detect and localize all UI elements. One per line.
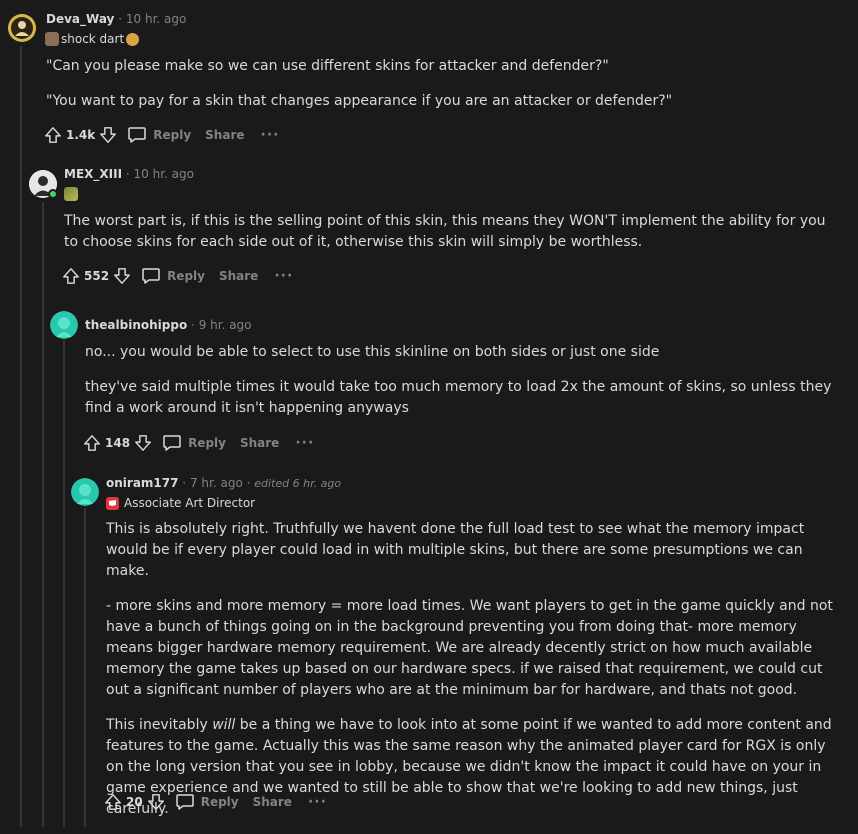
comment-paragraph: they've said multiple times it would tak… bbox=[85, 379, 832, 416]
comment-paragraph: This is absolutely right. Truthfully we … bbox=[106, 521, 805, 579]
timestamp[interactable]: 10 hr. ago bbox=[126, 12, 186, 26]
username[interactable]: Deva_Way bbox=[46, 12, 114, 26]
downvote-icon[interactable] bbox=[134, 434, 152, 452]
share-button[interactable]: Share bbox=[205, 128, 244, 142]
avatar[interactable] bbox=[50, 311, 78, 339]
comment-bubble-icon bbox=[162, 434, 182, 452]
comment-paragraph: no... you would be able to select to use… bbox=[85, 344, 660, 360]
comment-meta: Deva_Way · 10 hr. ago bbox=[46, 12, 186, 26]
reply-label: Reply bbox=[188, 436, 226, 450]
flair-label: Associate Art Director bbox=[124, 496, 256, 510]
comment-paragraph: - more skins and more memory = more load… bbox=[106, 598, 833, 698]
timestamp[interactable]: 9 hr. ago bbox=[199, 318, 252, 332]
upvote-icon[interactable] bbox=[83, 434, 101, 452]
comment-bubble-icon bbox=[141, 267, 161, 285]
username[interactable]: MEX_XIII bbox=[64, 167, 122, 181]
online-status-icon bbox=[48, 189, 58, 199]
comment-actions: 1.4k Reply Share ··· bbox=[44, 123, 279, 147]
comment-actions: 552 Reply Share ··· bbox=[62, 264, 293, 288]
timestamp[interactable]: 7 hr. ago bbox=[190, 476, 243, 490]
comment-body: The worst part is, if this is the sellin… bbox=[64, 211, 834, 267]
more-options-button[interactable]: ··· bbox=[295, 435, 314, 451]
flair-emoji-icon bbox=[45, 32, 59, 46]
avatar[interactable] bbox=[71, 478, 99, 506]
comment-body: "Can you please make so we can use diffe… bbox=[46, 56, 836, 126]
share-button[interactable]: Share bbox=[240, 436, 279, 450]
meta-separator: · bbox=[246, 476, 251, 490]
comment-body: This is absolutely right. Truthfully we … bbox=[106, 519, 841, 834]
reply-label: Reply bbox=[200, 795, 239, 809]
downvote-icon[interactable] bbox=[113, 267, 131, 285]
comment-actions: 20 Reply Share ··· bbox=[104, 790, 327, 814]
timestamp[interactable]: 10 hr. ago bbox=[134, 167, 194, 181]
downvote-icon[interactable] bbox=[147, 793, 165, 811]
flair-emoji-icon bbox=[64, 187, 78, 201]
comment-bubble-icon bbox=[175, 793, 195, 811]
vote-count: 148 bbox=[105, 436, 131, 450]
reply-label: Reply bbox=[167, 269, 205, 283]
reply-label: Reply bbox=[153, 128, 192, 142]
comment-meta: oniram177 · 7 hr. ago · edited 6 hr. ago bbox=[106, 476, 341, 490]
reply-button[interactable]: Reply bbox=[175, 793, 239, 811]
comment-meta: MEX_XIII · 10 hr. ago bbox=[64, 167, 194, 181]
meta-separator: · bbox=[118, 12, 123, 26]
edited-label: edited 6 hr. ago bbox=[254, 477, 342, 490]
meta-separator: · bbox=[125, 167, 130, 181]
flair-emoji-icon bbox=[126, 32, 140, 46]
riot-fist-icon bbox=[106, 496, 119, 510]
meta-separator: · bbox=[182, 476, 187, 490]
comment-bubble-icon bbox=[127, 126, 147, 144]
thread-line[interactable] bbox=[42, 202, 44, 827]
comment-actions: 148 Reply Share ··· bbox=[83, 431, 314, 455]
downvote-icon[interactable] bbox=[99, 126, 117, 144]
flair-label: shock dart bbox=[61, 32, 125, 46]
emphasis-text: will bbox=[212, 717, 236, 733]
upvote-icon[interactable] bbox=[62, 267, 80, 285]
share-button[interactable]: Share bbox=[219, 269, 258, 283]
more-options-button[interactable]: ··· bbox=[261, 127, 280, 143]
comment-body: no... you would be able to select to use… bbox=[85, 342, 835, 433]
user-flair: shock dart bbox=[45, 32, 140, 46]
avatar[interactable] bbox=[8, 14, 36, 42]
vote-count: 20 bbox=[126, 795, 143, 809]
thread-line[interactable] bbox=[84, 508, 86, 827]
upvote-icon[interactable] bbox=[104, 793, 122, 811]
meta-separator: · bbox=[191, 318, 195, 332]
reply-button[interactable]: Reply bbox=[141, 267, 205, 285]
username[interactable]: thealbinohippo bbox=[85, 318, 187, 332]
comment-meta: thealbinohippo · 9 hr. ago bbox=[85, 318, 252, 332]
vote-count: 1.4k bbox=[66, 128, 96, 142]
vote-count: 552 bbox=[84, 269, 110, 283]
user-flair: Associate Art Director bbox=[106, 496, 255, 510]
comment-paragraph: The worst part is, if this is the sellin… bbox=[64, 213, 826, 250]
upvote-icon[interactable] bbox=[44, 126, 62, 144]
thread-line[interactable] bbox=[20, 46, 22, 827]
reply-button[interactable]: Reply bbox=[127, 126, 191, 144]
reply-button[interactable]: Reply bbox=[162, 434, 226, 452]
more-options-button[interactable]: ··· bbox=[308, 794, 327, 810]
more-options-button[interactable]: ··· bbox=[274, 268, 293, 284]
thread-line[interactable] bbox=[63, 340, 65, 827]
username[interactable]: oniram177 bbox=[106, 476, 178, 490]
comment-paragraph: "Can you please make so we can use diffe… bbox=[46, 58, 609, 74]
user-flair bbox=[64, 187, 78, 201]
comment-paragraph: "You want to pay for a skin that changes… bbox=[46, 93, 673, 109]
share-button[interactable]: Share bbox=[253, 795, 292, 809]
comment-text: This inevitably bbox=[106, 717, 213, 733]
